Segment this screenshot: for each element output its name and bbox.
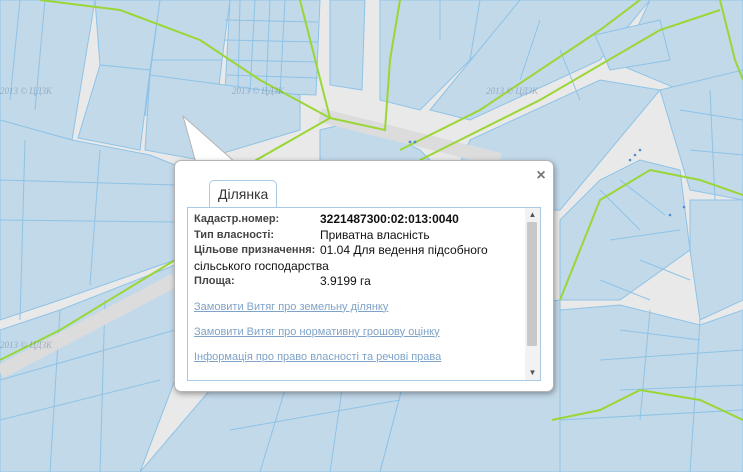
table-row: Кадастр.номер: 3221487300:02:013:0040 <box>194 212 488 228</box>
table-row: Площа: 3.9199 га <box>194 274 488 290</box>
scrollbar[interactable]: ▲ ▼ <box>525 208 540 380</box>
ownership-type-value: Приватна власність <box>320 227 430 242</box>
ownership-type-label: Тип власності: <box>194 228 275 241</box>
parcel-attributes-table: Кадастр.номер: 3221487300:02:013:0040 Ти… <box>194 212 488 290</box>
map-watermark: 2013 © ЦДЗК <box>232 86 284 96</box>
purpose-value: 01.04 Для ведення підсобного <box>320 243 488 257</box>
close-icon[interactable]: × <box>534 168 548 184</box>
cadastral-number-value: 3221487300:02:013:0040 <box>320 212 459 226</box>
parcel-info-panel: Кадастр.номер: 3221487300:02:013:0040 Ти… <box>187 207 541 381</box>
scroll-thumb[interactable] <box>527 222 537 346</box>
scroll-down-icon[interactable]: ▼ <box>525 366 540 380</box>
map-watermark: 2013 © ЦДЗК <box>486 86 538 96</box>
parcel-details: Кадастр.номер: 3221487300:02:013:0040 Ти… <box>194 212 520 376</box>
ownership-rights-info-link[interactable]: Інформація про право власності та речові… <box>194 351 520 363</box>
order-land-extract-link[interactable]: Замовити Витяг про земельну ділянку <box>194 301 520 313</box>
table-row: Цільове призначення: 01.04 Для ведення п… <box>194 243 488 259</box>
table-row: Тип власності: Приватна власність <box>194 228 488 244</box>
map-watermark: 2013 © ЦДЗК <box>0 340 52 350</box>
map-watermark: 2013 © ЦДЗК <box>0 86 52 96</box>
cadastral-number-label: Кадастр.номер: <box>194 213 280 225</box>
area-value: 3.9199 га <box>320 274 371 288</box>
purpose-value-continued: сільського господарства <box>194 258 329 273</box>
scroll-up-icon[interactable]: ▲ <box>525 208 540 222</box>
table-row: сільського господарства <box>194 259 488 275</box>
parcel-info-popup: × Ділянка Кадастр.номер: 3221487300:02:0… <box>174 160 554 392</box>
area-label: Площа: <box>194 275 235 287</box>
purpose-label: Цільове призначення: <box>194 244 316 256</box>
order-valuation-extract-link[interactable]: Замовити Витяг про нормативну грошову оц… <box>194 326 520 338</box>
tab-parcel[interactable]: Ділянка <box>209 180 278 207</box>
